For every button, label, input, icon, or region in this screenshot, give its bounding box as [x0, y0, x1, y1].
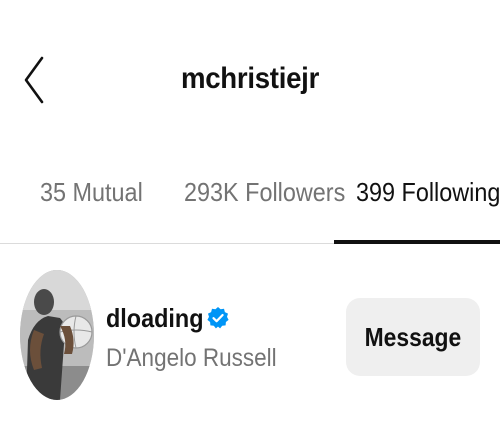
- tab-mutual[interactable]: 35 Mutual: [40, 172, 143, 232]
- full-name: D'Angelo Russell: [106, 344, 277, 372]
- tab-followers[interactable]: 293K Followers: [184, 172, 345, 232]
- tab-bar: 35 Mutual 293K Followers 399 Following: [0, 160, 500, 242]
- message-button-label: Message: [364, 321, 462, 352]
- header: mchristiejr: [0, 0, 500, 150]
- page-title: mchristiejr: [180, 62, 320, 95]
- active-tab-indicator: [334, 240, 500, 244]
- avatar-photo: [20, 270, 94, 400]
- following-list-screen: mchristiejr 35 Mutual 293K Followers 399…: [0, 0, 500, 440]
- verified-badge-icon: [207, 307, 229, 329]
- username: dloading: [106, 302, 204, 333]
- tab-following[interactable]: 399 Following: [356, 172, 500, 232]
- username-line[interactable]: dloading: [106, 298, 230, 338]
- avatar[interactable]: [20, 270, 94, 400]
- list-item[interactable]: dloading D'Angelo Russell Message: [0, 262, 500, 412]
- message-button[interactable]: Message: [346, 298, 480, 376]
